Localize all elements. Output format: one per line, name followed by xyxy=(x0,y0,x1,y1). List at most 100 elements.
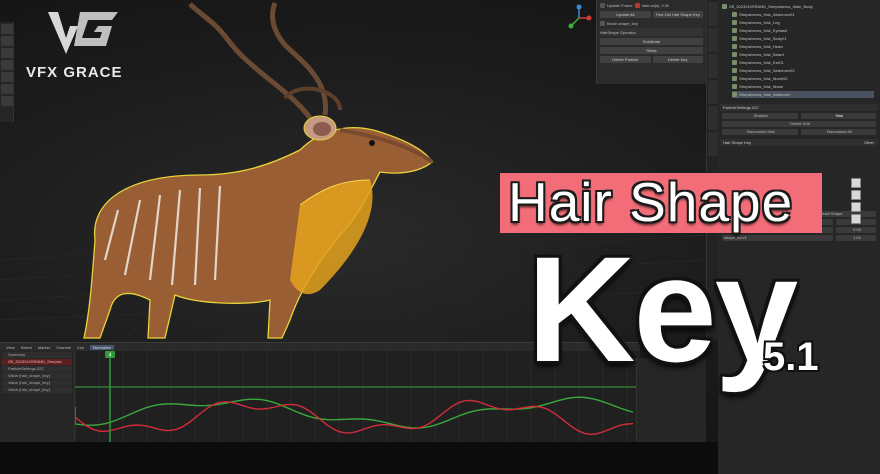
other-dropdown[interactable]: Other xyxy=(864,140,874,145)
current-frame-label: 4 xyxy=(109,353,112,359)
hair-shape-key-section[interactable]: Hair Shape Key xyxy=(723,140,751,145)
red-fcurve[interactable] xyxy=(75,399,634,436)
outliner-item-label: Strepsiceros_Hair_Mane02 xyxy=(739,76,788,81)
outliner-item-label: Strepsiceros_Hair_Eyelash xyxy=(739,28,788,33)
particle-icon xyxy=(732,60,737,65)
channel-row[interactable]: Summary xyxy=(2,352,72,358)
interval-icon xyxy=(634,2,640,8)
shape-key-value[interactable]: 0.93 xyxy=(836,226,876,233)
disconnect-hair-button[interactable]: Disconnect Hair xyxy=(722,128,798,135)
channel-row[interactable]: Value (hair_shape_key) xyxy=(2,373,72,379)
scale-tool-icon[interactable] xyxy=(1,60,13,70)
brush-shape-label: Brush shape_key xyxy=(607,20,638,26)
hair-button[interactable]: Hair xyxy=(800,112,876,119)
particle-icon xyxy=(732,44,737,49)
tab-misc[interactable] xyxy=(708,132,718,156)
particle-icon xyxy=(732,68,737,73)
delete-particle-button[interactable]: Delete Particle xyxy=(600,55,651,63)
outliner-item-label: Strepsiceros_Hair_Ear01 xyxy=(739,60,784,65)
relax-button[interactable]: Relax xyxy=(600,46,703,54)
tab-edit[interactable] xyxy=(708,106,718,130)
graph-menu-view[interactable]: View xyxy=(6,345,15,350)
graph-menu-select[interactable]: Select xyxy=(21,345,32,350)
channel-row[interactable]: Value (hair_shape_key) xyxy=(2,380,72,386)
graph-menu-key[interactable]: Key xyxy=(77,345,84,350)
particle-icon xyxy=(732,92,737,97)
brush-shape-checkbox[interactable] xyxy=(600,20,605,26)
shape-key-swatches xyxy=(851,178,863,226)
delete-key-button[interactable]: Delete Key xyxy=(652,55,703,63)
outliner-item[interactable]: Strepsiceros_Hair_Mane xyxy=(732,83,874,90)
tab-tool[interactable] xyxy=(708,28,718,52)
outliner-item[interactable]: Strepsiceros_Hair_Abdomen01 xyxy=(732,11,874,18)
mesh-icon xyxy=(722,4,727,9)
viewport-toolbar xyxy=(0,22,14,122)
particle-icon xyxy=(732,12,737,17)
transform-tool-icon[interactable] xyxy=(1,72,13,82)
annotate-tool-icon[interactable] xyxy=(1,84,13,94)
tab-hair[interactable] xyxy=(708,80,718,104)
version-label: 5.1 xyxy=(763,335,819,379)
move-tool-icon[interactable] xyxy=(1,36,13,46)
outliner-item-label: Strepsiceros_Hair_Body01 xyxy=(739,36,787,41)
outliner-item-label: Strepsiceros_Hair_Beard xyxy=(739,52,784,57)
select-tool-icon[interactable] xyxy=(1,24,13,34)
graph-menu-normalize[interactable]: Normalize xyxy=(90,344,115,350)
outliner-item-label: Strepsiceros_Hair_Head xyxy=(739,44,783,49)
particle-icon xyxy=(732,28,737,33)
particle-icon xyxy=(732,20,737,25)
outliner-item[interactable]: Strepsiceros_Hair_Beard xyxy=(732,51,874,58)
outliner-item-label: Strepsiceros_Hair_Mane xyxy=(739,84,784,89)
hair-operator-panel: Update Frame Interval(s) 0.00 Update All Fi… xyxy=(596,0,706,84)
tab-item[interactable] xyxy=(708,2,718,26)
particle-settings-field[interactable]: ParticleSettings.022 xyxy=(723,105,759,110)
section-header[interactable]: HairShape Operator xyxy=(600,30,636,35)
logo-text: VFX GRACE xyxy=(26,64,123,81)
green-fcurve[interactable] xyxy=(75,396,634,429)
channel-list: Summary ZB_2023010SRAND_Strepsic ParticleS… xyxy=(0,351,75,443)
tab-view[interactable] xyxy=(708,54,718,78)
find-old-button[interactable]: Find Old Hair Shape Key xyxy=(652,10,703,18)
swatch[interactable] xyxy=(851,190,861,200)
subdivide-button[interactable]: Subdivide xyxy=(600,37,703,45)
graph-menu-marker[interactable]: Marker xyxy=(38,345,50,350)
disconnect-all-button[interactable]: Disconnect All xyxy=(800,128,876,135)
delete-edit-button[interactable]: Delete Edit xyxy=(722,120,876,127)
interval-value[interactable]: 0.00 xyxy=(661,3,669,8)
outliner-item[interactable]: Strepsiceros_Hair_Leg xyxy=(732,19,874,26)
channel-row[interactable]: ParticleSettings.022 xyxy=(2,366,72,372)
title-line2: Key xyxy=(527,225,798,393)
shallow-button[interactable]: Shallow xyxy=(722,112,798,119)
footer-bar xyxy=(0,442,718,474)
measure-tool-icon[interactable] xyxy=(1,96,13,106)
swatch[interactable] xyxy=(851,202,861,212)
outliner-item[interactable]: Strepsiceros_Hair_Eyelash xyxy=(732,27,874,34)
outliner-item[interactable]: Strepsiceros_Hair_Head xyxy=(732,43,874,50)
outliner-item-label: Strepsiceros_Hair_Abdomen xyxy=(739,92,791,97)
update-frame-checkbox[interactable] xyxy=(600,2,605,8)
navigation-gizmo-icon[interactable] xyxy=(565,4,593,32)
outliner-item[interactable]: Strepsiceros_Hair_Body01 xyxy=(732,35,874,42)
graph-menu-channel[interactable]: Channel xyxy=(56,345,71,350)
outliner-item[interactable]: Strepsiceros_Hair_Mane02 xyxy=(732,75,874,82)
channel-row[interactable]: Value (hair_shape_key) xyxy=(2,387,72,393)
shape-key-value[interactable]: 1.00 xyxy=(836,234,876,241)
outliner-item[interactable]: Strepsiceros_Hair_Abdomen xyxy=(732,91,874,98)
particle-icon xyxy=(732,52,737,57)
outliner-item-label: Strepsiceros_Hair_Leg xyxy=(739,20,780,25)
swatch[interactable] xyxy=(851,214,861,224)
outliner-item[interactable]: Strepsiceros_Hair_Ear01 xyxy=(732,59,874,66)
particle-icon xyxy=(732,36,737,41)
swatch[interactable] xyxy=(851,178,861,188)
channel-row[interactable]: ZB_2023010SRAND_Strepsic xyxy=(2,359,72,365)
outliner-list: Strepsiceros_Hair_Abdomen01 Strepsiceros_… xyxy=(718,11,880,98)
particle-icon xyxy=(732,76,737,81)
update-frame-label: Update Frame xyxy=(607,2,633,8)
reset-shape-button[interactable]: Reset Shape xyxy=(817,210,876,217)
rotate-tool-icon[interactable] xyxy=(1,48,13,58)
outliner-item[interactable]: Strepsiceros_Hair_Abdomen02 xyxy=(732,67,874,74)
outliner-header[interactable]: ZB_2023010SRAND_Strepsiceros_Male_Body xyxy=(729,4,813,9)
update-all-button[interactable]: Update All xyxy=(600,10,651,18)
particle-icon xyxy=(732,84,737,89)
interval-label: Interval(s) xyxy=(641,2,660,8)
